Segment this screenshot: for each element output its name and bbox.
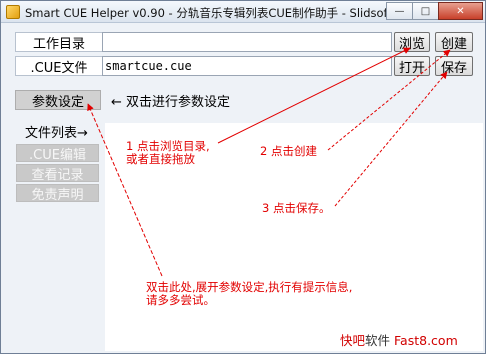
arrow-to-browse [217, 47, 411, 144]
annotation-params: 双击此处,展开参数设定,执行有提示信息, 请多多尝试。 [146, 281, 352, 307]
annotation-browse-line2: 或者直接拖放 [126, 152, 195, 166]
annotation-create: 2 点击创建 [260, 144, 317, 158]
arrow-to-create [327, 49, 451, 151]
arrow-to-params [87, 103, 163, 277]
annotation-browse: 1 点击浏览目录, 或者直接拖放 [126, 140, 210, 166]
watermark: 快吧软件 Fast8.com [340, 330, 458, 349]
arrow-to-save [334, 71, 448, 207]
annotation-params-line2: 请多多尝试。 [146, 293, 215, 307]
watermark-part3: Fast8.com [390, 333, 458, 348]
watermark-part2: 软件 [365, 333, 391, 348]
watermark-part1: 快吧 [340, 333, 366, 348]
annotation-save: 3 点击保存。 [262, 201, 331, 215]
